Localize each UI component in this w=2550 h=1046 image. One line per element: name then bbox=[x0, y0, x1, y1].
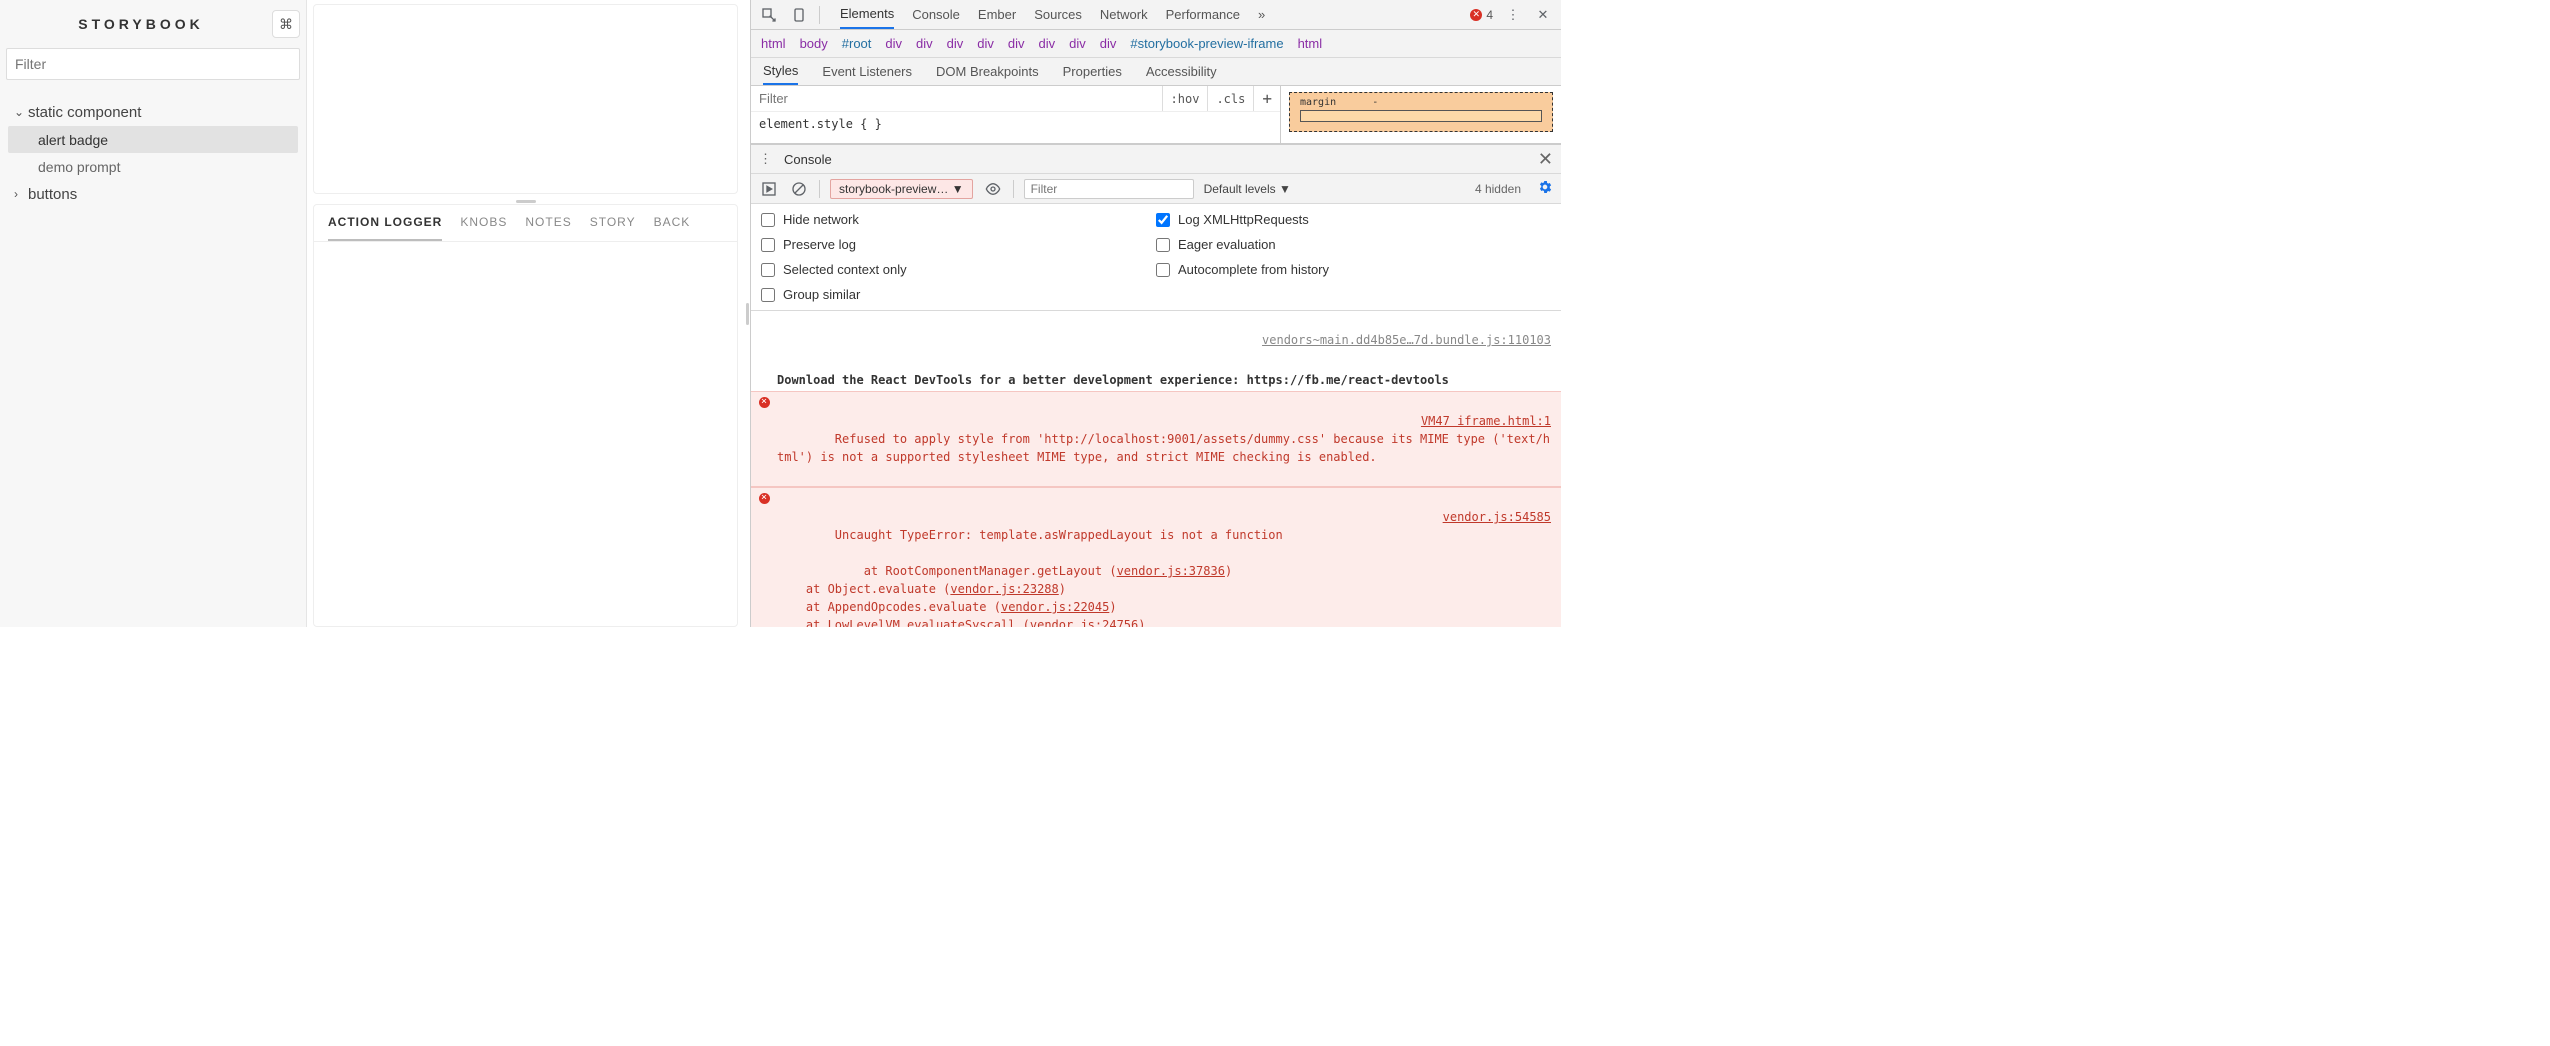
breadcrumb-item[interactable]: body bbox=[800, 36, 828, 51]
devtools-tab-elements[interactable]: Elements bbox=[840, 0, 894, 29]
stack-link[interactable]: vendor.js:24756 bbox=[1030, 618, 1138, 627]
breadcrumb-item[interactable]: div bbox=[947, 36, 964, 51]
breadcrumb-item[interactable]: div bbox=[885, 36, 902, 51]
subtab-properties[interactable]: Properties bbox=[1063, 58, 1122, 85]
box-model-margin-label: margin bbox=[1300, 97, 1336, 108]
console-error-row: vendor.js:54585 Uncaught TypeError: temp… bbox=[751, 487, 1561, 627]
kebab-icon[interactable]: ⋮ bbox=[759, 151, 772, 167]
chk-log-xhr[interactable]: Log XMLHttpRequests bbox=[1156, 212, 1551, 227]
tree-item-demo-prompt[interactable]: demo prompt bbox=[8, 153, 298, 180]
devtools-tab-overflow[interactable]: » bbox=[1258, 0, 1265, 29]
story-preview-frame[interactable] bbox=[313, 4, 738, 194]
addon-tab-story[interactable]: STORY bbox=[590, 215, 636, 241]
console-play-icon[interactable] bbox=[759, 179, 779, 199]
chk-group-similar[interactable]: Group similar bbox=[761, 287, 1156, 302]
kebab-menu-icon[interactable]: ⋮ bbox=[1503, 5, 1523, 25]
close-icon[interactable]: ✕ bbox=[1533, 5, 1553, 25]
breadcrumb-item[interactable]: div bbox=[916, 36, 933, 51]
chevron-down-icon: ⌄ bbox=[14, 105, 28, 119]
elements-subtabs: Styles Event Listeners DOM Breakpoints P… bbox=[751, 58, 1561, 86]
breadcrumb-item[interactable]: div bbox=[1069, 36, 1086, 51]
tree-item-alert-badge[interactable]: alert badge bbox=[8, 126, 298, 153]
element-style-block[interactable]: element.style { } bbox=[751, 112, 1280, 137]
error-count: 4 bbox=[1486, 8, 1493, 22]
breadcrumb-item[interactable]: #storybook-preview-iframe bbox=[1130, 36, 1283, 51]
elements-breadcrumb: html body #root div div div div div div … bbox=[751, 30, 1561, 58]
styles-filter-input[interactable] bbox=[751, 86, 1162, 111]
clear-console-icon[interactable] bbox=[789, 179, 809, 199]
log-source-link[interactable]: VM47 iframe.html:1 bbox=[1421, 412, 1551, 430]
subtab-dom-breakpoints[interactable]: DOM Breakpoints bbox=[936, 58, 1039, 85]
console-drawer-title: Console bbox=[784, 152, 832, 167]
storybook-main: ACTION LOGGER KNOBS NOTES STORY BACK bbox=[307, 0, 744, 627]
eye-icon[interactable] bbox=[983, 179, 1003, 199]
cls-toggle[interactable]: .cls bbox=[1207, 86, 1253, 111]
subtab-accessibility[interactable]: Accessibility bbox=[1146, 58, 1217, 85]
breadcrumb-item[interactable]: div bbox=[1039, 36, 1056, 51]
devtools-top-toolbar: Elements Console Ember Sources Network P… bbox=[751, 0, 1561, 30]
error-count-badge[interactable]: ✕ 4 bbox=[1470, 8, 1493, 22]
devtools-tab-performance[interactable]: Performance bbox=[1166, 0, 1240, 29]
inspect-element-icon[interactable] bbox=[759, 5, 779, 25]
breadcrumb-item[interactable]: div bbox=[1008, 36, 1025, 51]
box-model-dash: - bbox=[1372, 97, 1378, 108]
addon-tab-action-logger[interactable]: ACTION LOGGER bbox=[328, 215, 442, 241]
log-source-link[interactable]: vendors~main.dd4b85e…7d.bundle.js:110103 bbox=[1262, 331, 1551, 349]
devtools-tab-network[interactable]: Network bbox=[1100, 0, 1148, 29]
stack-link[interactable]: vendor.js:23288 bbox=[950, 582, 1058, 596]
story-tree: ⌄ static component alert badge demo prom… bbox=[0, 92, 306, 214]
chk-eager-evaluation[interactable]: Eager evaluation bbox=[1156, 237, 1551, 252]
breadcrumb-item[interactable]: div bbox=[977, 36, 994, 51]
shortcut-button[interactable]: ⌘ bbox=[272, 10, 300, 38]
console-log-body[interactable]: vendors~main.dd4b85e…7d.bundle.js:110103… bbox=[751, 311, 1561, 627]
breadcrumb-item[interactable]: #root bbox=[842, 36, 872, 51]
tree-group-label: static component bbox=[28, 104, 141, 121]
console-log-row: vendors~main.dd4b85e…7d.bundle.js:110103 bbox=[751, 311, 1561, 369]
add-style-button[interactable]: + bbox=[1253, 86, 1280, 111]
stack-link[interactable]: vendor.js:37836 bbox=[1117, 564, 1225, 578]
chk-hide-network[interactable]: Hide network bbox=[761, 212, 1156, 227]
console-log-row: Download the React DevTools for a better… bbox=[751, 369, 1561, 391]
log-source-link[interactable]: vendor.js:54585 bbox=[1443, 508, 1551, 526]
storybook-sidebar: STORYBOOK ⌘ ⌄ static component alert bad… bbox=[0, 0, 307, 627]
close-console-icon[interactable]: ✕ bbox=[1538, 149, 1553, 170]
console-settings-gear-icon[interactable] bbox=[1537, 179, 1553, 198]
error-icon: ✕ bbox=[1470, 9, 1482, 21]
devtools-panel: Elements Console Ember Sources Network P… bbox=[750, 0, 1561, 627]
subtab-styles[interactable]: Styles bbox=[763, 58, 798, 85]
addon-tab-knobs[interactable]: KNOBS bbox=[460, 215, 507, 241]
subtab-event-listeners[interactable]: Event Listeners bbox=[822, 58, 912, 85]
story-filter-input[interactable] bbox=[6, 48, 300, 80]
stack-link[interactable]: vendor.js:22045 bbox=[1001, 600, 1109, 614]
breadcrumb-item[interactable]: html bbox=[1298, 36, 1323, 51]
devtools-tab-sources[interactable]: Sources bbox=[1034, 0, 1082, 29]
hov-toggle[interactable]: :hov bbox=[1162, 86, 1208, 111]
tree-group-buttons[interactable]: › buttons bbox=[8, 180, 298, 208]
console-context-selector[interactable]: storybook-preview… ▼ bbox=[830, 179, 973, 199]
devtools-tab-console[interactable]: Console bbox=[912, 0, 960, 29]
storybook-title: STORYBOOK bbox=[10, 16, 272, 32]
console-levels-dropdown[interactable]: Default levels ▼ bbox=[1204, 182, 1291, 196]
chevron-right-icon: › bbox=[14, 187, 28, 201]
chk-preserve-log[interactable]: Preserve log bbox=[761, 237, 1156, 252]
addons-panel: ACTION LOGGER KNOBS NOTES STORY BACK bbox=[313, 204, 738, 627]
breadcrumb-item[interactable]: div bbox=[1100, 36, 1117, 51]
console-filter-input[interactable] bbox=[1024, 179, 1194, 199]
devtools-tab-ember[interactable]: Ember bbox=[978, 0, 1016, 29]
breadcrumb-item[interactable]: html bbox=[761, 36, 786, 51]
chk-selected-context-only[interactable]: Selected context only bbox=[761, 262, 1156, 277]
addon-tab-notes[interactable]: NOTES bbox=[525, 215, 571, 241]
addon-tab-back[interactable]: BACK bbox=[654, 215, 691, 241]
chk-autocomplete-history[interactable]: Autocomplete from history bbox=[1156, 262, 1551, 277]
tree-group-label: buttons bbox=[28, 186, 77, 203]
device-toolbar-icon[interactable] bbox=[789, 5, 809, 25]
console-hidden-count[interactable]: 4 hidden bbox=[1475, 182, 1521, 196]
box-model-panel[interactable]: margin - bbox=[1281, 86, 1561, 143]
console-error-row: VM47 iframe.html:1 Refused to apply styl… bbox=[751, 391, 1561, 487]
tree-group-static-component[interactable]: ⌄ static component bbox=[8, 98, 298, 126]
